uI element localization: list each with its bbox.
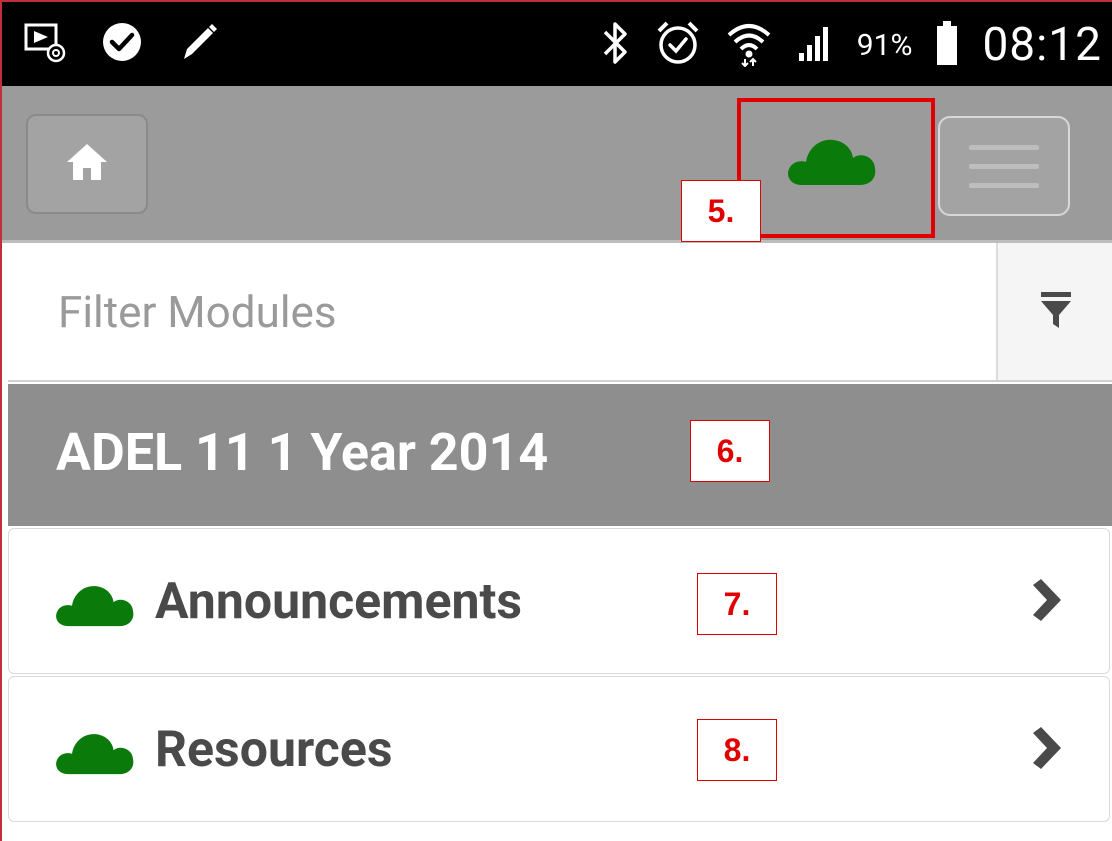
chevron-right-icon <box>1029 725 1063 775</box>
menu-button[interactable] <box>938 116 1070 216</box>
home-button[interactable] <box>26 114 148 214</box>
battery-icon <box>936 20 958 70</box>
funnel-icon <box>1040 290 1072 334</box>
list-item-label: Resources <box>155 721 393 779</box>
list-item-announcements[interactable]: Announcements <box>8 528 1110 674</box>
chevron-right-icon <box>1029 577 1063 627</box>
clock: 08:12 <box>982 18 1102 72</box>
annotation-highlight-box <box>737 98 935 238</box>
list-item-resources[interactable]: Resources <box>8 676 1110 822</box>
annotation-label-8: 8. <box>697 719 777 781</box>
list-item-label: Announcements <box>155 573 523 631</box>
wifi-icon <box>725 19 773 71</box>
app-toolbar <box>2 86 1112 243</box>
system-icons: 91% 08:12 <box>601 12 1102 78</box>
annotation-label-7: 7. <box>697 573 777 635</box>
section-title: ADEL 11 1 Year 2014 <box>56 422 549 483</box>
hamburger-icon-line <box>969 182 1039 188</box>
annotation-label-6: 6. <box>690 420 770 482</box>
signal-icon <box>797 23 833 67</box>
battery-percent: 91% <box>856 27 913 63</box>
hamburger-icon <box>969 144 1039 150</box>
screencast-email-icon <box>24 21 66 67</box>
alarm-icon <box>655 19 701 71</box>
cloud-icon <box>53 729 137 779</box>
pencil-icon <box>178 21 220 67</box>
annotation-label-5: 5. <box>681 180 761 242</box>
home-icon <box>65 142 109 186</box>
filter-modules-input[interactable] <box>8 243 996 380</box>
bluetooth-icon <box>601 20 631 70</box>
skype-icon <box>100 20 144 68</box>
filter-button[interactable] <box>996 243 1112 380</box>
status-bar: 91% 08:12 <box>2 2 1112 86</box>
hamburger-icon-line <box>969 163 1039 169</box>
module-section-header: ADEL 11 1 Year 2014 <box>8 384 1112 526</box>
notification-icons <box>24 20 220 68</box>
filter-bar <box>8 243 1112 382</box>
cloud-icon <box>53 581 137 631</box>
